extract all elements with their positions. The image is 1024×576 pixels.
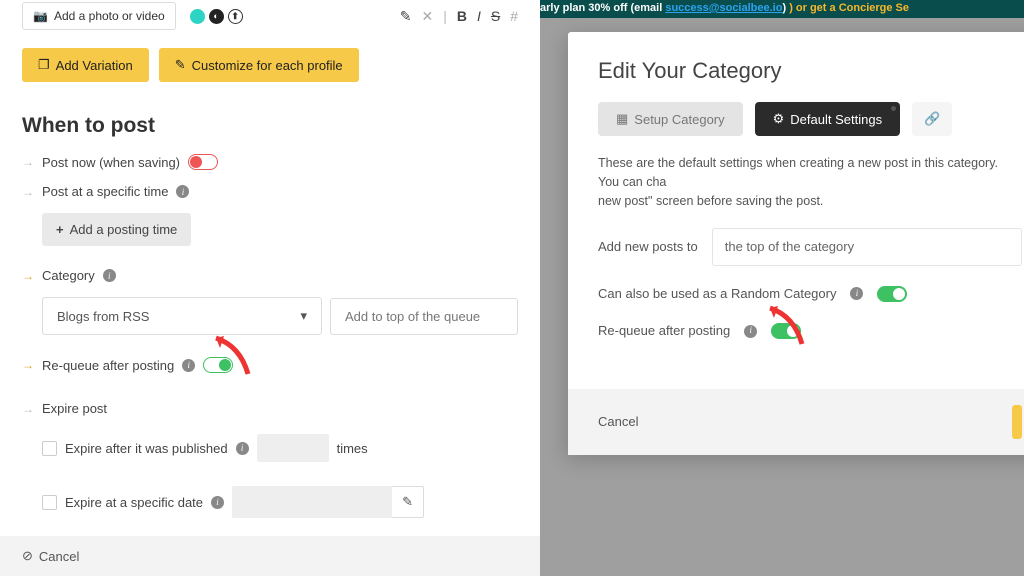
tab-setup-category[interactable]: ▦ Setup Category: [598, 102, 743, 136]
separator: |: [443, 8, 447, 24]
modal-desc: These are the default settings when crea…: [598, 154, 1022, 192]
info-icon[interactable]: i: [211, 496, 224, 509]
category-label: Category: [42, 268, 95, 283]
edit-category-modal: Edit Your Category ▦ Setup Category ⚙ De…: [568, 32, 1024, 455]
arrow-icon: →: [22, 402, 34, 416]
add-variation-label: Add Variation: [56, 58, 133, 73]
expire-date-input[interactable]: [232, 486, 392, 518]
queue-position-value: Add to top of the queue: [345, 309, 480, 324]
save-button-partial[interactable]: [1012, 405, 1022, 439]
clear-format-icon[interactable]: ✕: [421, 8, 433, 25]
category-value: Blogs from RSS: [57, 309, 149, 324]
tab-link[interactable]: 🔗: [912, 102, 952, 136]
promo-banner: arly plan 30% off (email success@socialb…: [540, 0, 1024, 18]
random-category-label: Can also be used as a Random Category: [598, 284, 836, 304]
add-media-button[interactable]: 📷 Add a photo or video: [22, 2, 176, 30]
tab-default-settings[interactable]: ⚙ Default Settings: [755, 102, 900, 136]
expire-post-label: Expire post: [42, 401, 107, 416]
wand-icon[interactable]: ✎: [400, 8, 412, 25]
requeue-toggle[interactable]: [203, 357, 233, 373]
add-posts-value: the top of the category: [725, 239, 854, 254]
expire-after-label: Expire after it was published: [65, 441, 228, 456]
post-specific-label: Post at a specific time: [42, 184, 168, 199]
copy-icon: ❐: [38, 57, 50, 73]
modal-title: Edit Your Category: [598, 58, 1022, 84]
add-posts-label: Add new posts to: [598, 237, 698, 257]
grid-icon: ▦: [616, 111, 628, 127]
add-posts-select[interactable]: the top of the category: [712, 228, 1022, 266]
date-picker-button[interactable]: ✎: [392, 486, 424, 518]
arrow-icon: →: [22, 358, 34, 372]
post-now-toggle[interactable]: [188, 154, 218, 170]
banner-email[interactable]: success@socialbee.io: [665, 2, 782, 14]
modal-requeue-toggle[interactable]: [771, 323, 801, 339]
tab-setup-label: Setup Category: [634, 112, 724, 127]
info-icon[interactable]: i: [176, 185, 189, 198]
modal-desc2: new post" screen before saving the post.: [598, 192, 1022, 211]
dot-teal-icon: [190, 9, 205, 24]
hash-icon[interactable]: #: [510, 8, 518, 24]
add-variation-button[interactable]: ❐ Add Variation: [22, 48, 149, 82]
edit-icon: ✎: [402, 494, 413, 510]
info-icon[interactable]: i: [236, 442, 249, 455]
when-to-post-title: When to post: [22, 114, 518, 138]
dot-upload-icon: ⬆: [228, 9, 243, 24]
expire-date-label: Expire at a specific date: [65, 495, 203, 510]
cancel-button[interactable]: Cancel: [39, 549, 79, 564]
requeue-label: Re-queue after posting: [42, 358, 174, 373]
random-category-toggle[interactable]: [877, 286, 907, 302]
expire-after-checkbox[interactable]: [42, 441, 57, 456]
info-icon[interactable]: i: [182, 359, 195, 372]
expire-date-checkbox[interactable]: [42, 495, 57, 510]
times-label: times: [337, 441, 368, 456]
category-select[interactable]: Blogs from RSS ▾: [42, 297, 322, 335]
footer-bar: ⊘ Cancel: [0, 536, 540, 576]
gear-icon: ⚙: [773, 111, 785, 127]
add-media-label: Add a photo or video: [54, 9, 165, 23]
info-icon[interactable]: i: [103, 269, 116, 282]
modal-requeue-label: Re-queue after posting: [598, 321, 730, 341]
arrow-icon: →: [22, 269, 34, 283]
add-posting-time-button[interactable]: + Add a posting time: [42, 213, 191, 246]
info-icon[interactable]: i: [744, 325, 757, 338]
add-posting-time-label: Add a posting time: [70, 222, 178, 237]
info-icon[interactable]: i: [850, 287, 863, 300]
modal-cancel-button[interactable]: Cancel: [598, 414, 638, 429]
bold-icon[interactable]: B: [457, 8, 467, 24]
post-now-label: Post now (when saving): [42, 155, 180, 170]
arrow-icon: →: [22, 155, 34, 169]
emoji-icons[interactable]: ◐ ⬆: [190, 9, 243, 24]
expire-times-input[interactable]: [257, 434, 329, 462]
chevron-down-icon: ▾: [300, 308, 307, 324]
link-icon: 🔗: [924, 111, 940, 127]
plus-icon: +: [56, 222, 64, 237]
customize-label: Customize for each profile: [192, 58, 343, 73]
camera-icon: 📷: [33, 9, 48, 23]
dot-clock-icon: ◐: [209, 9, 224, 24]
queue-position-select[interactable]: Add to top of the queue: [330, 298, 518, 335]
arrow-icon: →: [22, 185, 34, 199]
tab-defaults-label: Default Settings: [790, 112, 882, 127]
strike-icon[interactable]: S: [491, 8, 500, 24]
customize-button[interactable]: ✎ Customize for each profile: [159, 48, 359, 82]
pencil-icon: ✎: [175, 57, 186, 73]
italic-icon[interactable]: I: [477, 8, 481, 24]
ban-icon: ⊘: [22, 548, 33, 564]
